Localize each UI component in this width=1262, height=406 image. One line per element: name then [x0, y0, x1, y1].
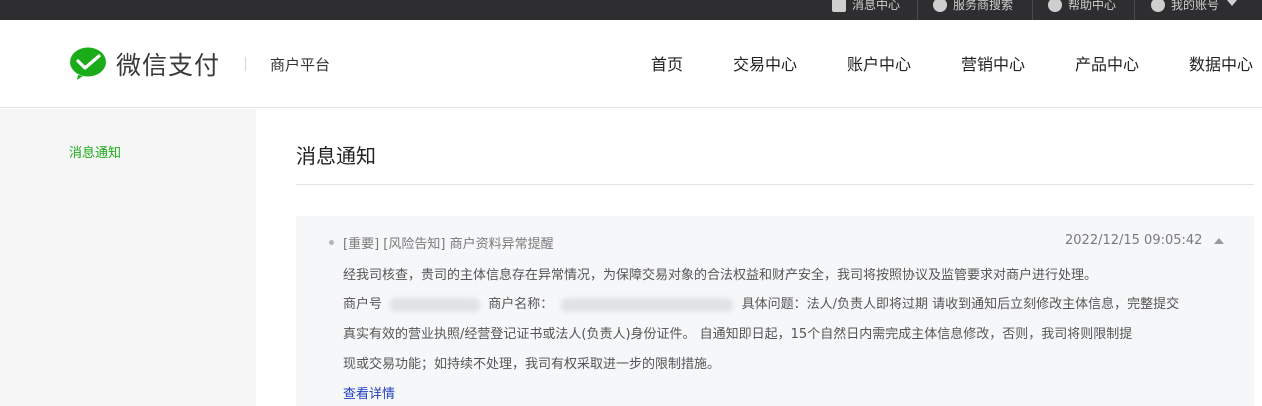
nav-marketing-center[interactable]: 营销中心	[961, 51, 1025, 75]
logo-divider	[245, 57, 246, 71]
topbar-divider	[1134, 0, 1135, 20]
topbar-divider	[1032, 0, 1033, 20]
search-icon	[933, 0, 947, 12]
message-body-line: 真实有效的营业执照/经营登记证书或法人(负责人)身份证件。 自通知即日起，15个…	[343, 327, 1133, 342]
help-icon	[1048, 0, 1062, 12]
topbar-provider-search-label: 服务商搜索	[953, 0, 1014, 12]
wechat-pay-logo[interactable]: 微信支付	[69, 46, 220, 82]
nav-account-center[interactable]: 账户中心	[847, 51, 911, 75]
view-details-link[interactable]: 查看详情	[343, 383, 395, 402]
topbar-help-center-label: 帮助中心	[1068, 0, 1117, 12]
message-header[interactable]: [重要] [风险告知] 商户资料异常提醒	[343, 233, 554, 252]
platform-name: 商户平台	[270, 56, 331, 74]
topbar-my-account-label: 我的账号	[1171, 0, 1220, 12]
message-timestamp: 2022/12/15 09:05:42	[1065, 233, 1203, 248]
nav-data-center[interactable]: 数据中心	[1189, 51, 1253, 75]
topbar-my-account[interactable]: 我的账号	[1151, 0, 1238, 20]
sidebar-item-notifications[interactable]: 消息通知	[69, 142, 121, 161]
title-divider	[296, 184, 1254, 185]
main-header: 微信支付 商户平台 首页 交易中心 账户中心 营销中心 产品中心 数据中心	[0, 20, 1262, 108]
redacted-merchant-name	[561, 297, 734, 312]
chevron-down-icon	[1227, 0, 1238, 6]
user-icon	[1151, 0, 1165, 12]
message-body-line: 现或交易功能；如持续不处理，我司有权采取进一步的限制措施。	[343, 357, 721, 372]
bullet-dot	[329, 240, 334, 245]
topbar-message-center-label: 消息中心	[852, 0, 901, 12]
tag-important: [重要]	[343, 237, 380, 252]
page-title: 消息通知	[296, 144, 376, 168]
message-subject: 商户资料异常提醒	[449, 237, 554, 252]
topbar-help-center[interactable]: 帮助中心	[1048, 0, 1116, 20]
topbar-provider-search[interactable]: 服务商搜索	[933, 0, 1013, 20]
sidebar: 消息通知	[0, 109, 256, 406]
nav-transaction-center[interactable]: 交易中心	[733, 51, 797, 75]
merchant-no-label: 商户号	[343, 297, 383, 312]
nav-product-center[interactable]: 产品中心	[1075, 51, 1139, 75]
wechat-pay-logo-icon	[70, 47, 106, 80]
tag-risk: [风险告知]	[383, 237, 446, 252]
message-body-line: 商户号 商户名称： 具体问题：法人/负责人即将过期 请收到通知后立刻修改主体信息…	[343, 293, 1179, 312]
message-icon	[832, 0, 846, 12]
issue-text: 具体问题：法人/负责人即将过期 请收到通知后立刻修改主体信息，完整提交	[741, 297, 1180, 312]
redacted-merchant-no	[390, 297, 481, 312]
nav-home[interactable]: 首页	[651, 51, 683, 75]
merchant-name-label: 商户名称：	[488, 297, 554, 312]
chevron-up-icon[interactable]	[1214, 238, 1224, 244]
top-utility-bar: 消息中心 服务商搜索 帮助中心 我的账号	[0, 0, 1262, 20]
message-card: [重要] [风险告知] 商户资料异常提醒 2022/12/15 09:05:42…	[296, 216, 1254, 406]
topbar-message-center[interactable]: 消息中心	[832, 0, 900, 20]
topbar-divider	[917, 0, 918, 20]
message-body-line: 经我司核查，贵司的主体信息存在异常情况，为保障交易对象的合法权益和财产安全，我司…	[343, 268, 1098, 283]
logo-text: 微信支付	[116, 51, 221, 80]
